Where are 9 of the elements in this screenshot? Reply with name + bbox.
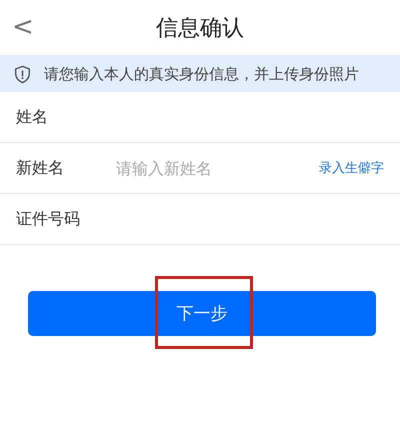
field-label: 姓名 bbox=[16, 106, 49, 128]
field-label: 新姓名 bbox=[16, 158, 65, 178]
shield-icon bbox=[14, 65, 31, 84]
back-button[interactable]: < bbox=[6, 12, 40, 42]
field-label: 证件号码 bbox=[16, 208, 81, 230]
next-button[interactable]: 下一步 bbox=[28, 291, 376, 336]
page-title: 信息确认 bbox=[156, 14, 244, 42]
rare-character-link[interactable]: 录入生僻字 bbox=[319, 159, 384, 177]
notice-text: 请您输入本人的真实身份信息，并上传身份照片 bbox=[44, 64, 359, 85]
